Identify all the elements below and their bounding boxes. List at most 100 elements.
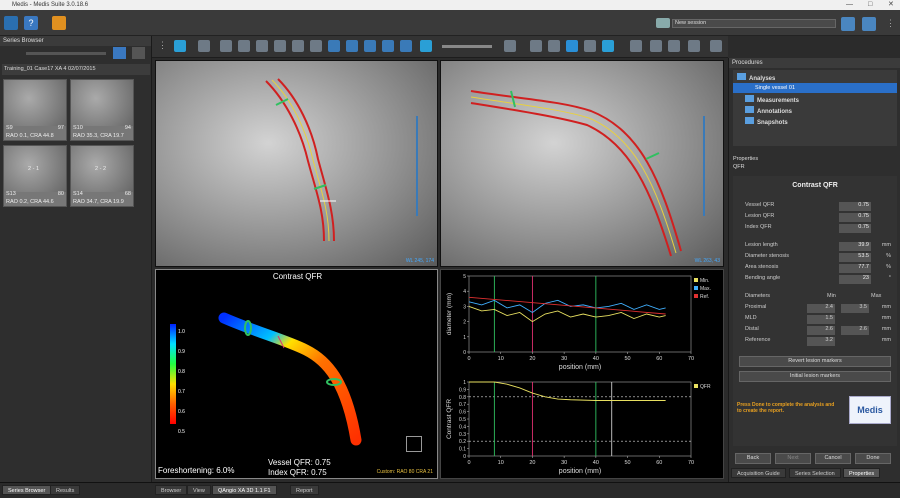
thumb-angles: RAO 0.1, CRA 44.8 (6, 133, 54, 139)
index-qfr-text: Index QFR: 0.75 (268, 468, 327, 477)
help-icon[interactable]: ? (24, 16, 38, 30)
legend-swatch (694, 278, 698, 282)
contrast-icon[interactable] (602, 40, 614, 52)
export-icon[interactable] (310, 40, 322, 52)
stop-icon[interactable] (420, 40, 432, 52)
legend-label: QFR (700, 384, 711, 390)
list-view-icon[interactable] (132, 47, 145, 59)
properties-header: Properties (733, 156, 759, 162)
session-select[interactable]: New session (672, 19, 836, 28)
thumb-count: 94 (124, 125, 131, 131)
tab-browser[interactable]: Browser (155, 485, 188, 495)
close-window-button[interactable]: ✕ (888, 0, 894, 10)
orientation-cube-icon[interactable] (406, 436, 422, 452)
first-frame-icon[interactable] (328, 40, 340, 52)
y-tick-label: 0.5 (459, 417, 466, 423)
x-tick-label: 10 (498, 460, 504, 466)
revert-lesion-markers-button[interactable]: Revert lesion markers (739, 356, 891, 367)
x-tick-label: 40 (593, 460, 599, 466)
done-button[interactable]: Done (855, 453, 891, 464)
grid-view-icon[interactable] (113, 47, 126, 59)
layout-4-icon[interactable] (292, 40, 304, 52)
loop-icon[interactable] (504, 40, 516, 52)
layout-2-icon[interactable] (256, 40, 268, 52)
more-menu-icon[interactable]: ⋮ (886, 18, 895, 30)
diameter-chart[interactable]: 0 10 20 30 40 50 60 70 0 1 2 3 4 5 Min. Max. Ref. positio… (441, 270, 724, 376)
app-logo-icon[interactable] (4, 16, 18, 30)
y-tick-label: 0.1 (459, 447, 466, 453)
screenshot-icon[interactable] (862, 17, 876, 31)
prev-frame-icon[interactable] (346, 40, 358, 52)
zoom-icon[interactable] (548, 40, 560, 52)
minimize-button[interactable]: — (846, 0, 853, 10)
prop-row: Bending angle 23 ° (745, 275, 895, 285)
pen-icon[interactable] (630, 40, 642, 52)
folder-icon (745, 95, 754, 102)
frame-icon[interactable] (220, 40, 232, 52)
thumb-number: S13 (6, 191, 16, 197)
x-tick-label: 60 (656, 356, 662, 362)
medis-logo: Medis (849, 396, 891, 424)
legend-label: Ref. (700, 294, 709, 300)
next-frame-icon[interactable] (382, 40, 394, 52)
layout-1-icon[interactable] (238, 40, 250, 52)
x-tick-label: 20 (529, 460, 535, 466)
tab-series-browser[interactable]: Series Browser (2, 485, 52, 495)
frame-slider[interactable] (442, 45, 492, 48)
series-thumb[interactable]: 2 - 1 S13 80 RAO 0.2, CRA 44.6 (3, 145, 67, 207)
tree-item-snapshots[interactable]: Snapshots (745, 117, 788, 126)
maximize-button[interactable]: □ (868, 0, 872, 10)
magic-wand-icon[interactable] (530, 40, 542, 52)
y-tick-label: 0.8 (459, 395, 466, 401)
series-thumb-image (4, 80, 66, 126)
angio-viewer-right[interactable]: WL 263, 43 (440, 60, 724, 267)
last-frame-icon[interactable] (400, 40, 412, 52)
legend-swatch (694, 286, 698, 290)
play-icon[interactable] (364, 40, 376, 52)
snapshot-icon[interactable] (688, 40, 700, 52)
tab-view[interactable]: View (187, 485, 211, 495)
qfr-icon[interactable] (174, 40, 186, 52)
cancel-button[interactable]: Cancel (815, 453, 851, 464)
qfr-3d-viewer[interactable]: Contrast QFR 1.0 0.9 0.8 0.7 0.6 0.5 For… (155, 269, 438, 479)
tab-properties[interactable]: Properties (843, 468, 881, 478)
series-thumb[interactable]: S9 97 RAO 0.1, CRA 44.8 (3, 79, 67, 141)
media-icon[interactable] (52, 16, 66, 30)
vessel-contour-outer (470, 90, 682, 252)
tree-item-annotations[interactable]: Annotations (745, 106, 792, 115)
chart-icon[interactable] (198, 40, 210, 52)
tab-results[interactable]: Results (50, 485, 81, 495)
x-tick-label: 50 (625, 356, 631, 362)
calibrate-icon[interactable] (668, 40, 680, 52)
rotate-icon[interactable] (584, 40, 596, 52)
session-users-icon (656, 18, 670, 28)
x-tick-label: 50 (625, 460, 631, 466)
thumb-number: S10 (73, 125, 83, 131)
angio-viewer-left[interactable]: WL 245, 174 (155, 60, 438, 267)
series-thumb[interactable]: S10 94 RAO 35.3, CRA 19.7 (70, 79, 134, 141)
tab-qangio[interactable]: QAngio XA 3D 1.1 F1 (212, 485, 277, 495)
qfr-chart[interactable]: 0 10 20 30 40 50 60 7000.10.20.30.40.50.60.70.8… (441, 376, 724, 479)
legend-swatch (694, 384, 698, 388)
diameter-row: MLD 1.5 mm (745, 315, 895, 325)
thumb-label: 2 - 2 (95, 166, 107, 172)
line-icon[interactable] (650, 40, 662, 52)
tree-item-analyses[interactable]: Analyses (737, 73, 775, 82)
next-button[interactable]: Next (775, 453, 811, 464)
layout-3-icon[interactable] (274, 40, 286, 52)
settings-icon[interactable] (710, 40, 722, 52)
initial-lesion-markers-button[interactable]: Initial lesion markers (739, 371, 891, 382)
y-tick-label: 0 (463, 454, 466, 460)
tree-item-single-vessel[interactable]: Single vessel 01 (733, 83, 897, 93)
back-button[interactable]: Back (735, 453, 771, 464)
tab-acquisition-guide[interactable]: Acquisition Guide (731, 468, 786, 478)
tree-item-measurements[interactable]: Measurements (745, 95, 799, 104)
tab-report[interactable]: Report (290, 485, 319, 495)
charts-panel: 0 10 20 30 40 50 60 70 0 1 2 3 4 5 Min. Max. Ref. positio… (440, 269, 724, 479)
layout-icon[interactable] (841, 17, 855, 31)
tab-series-selection[interactable]: Series Selection (789, 468, 841, 478)
series-thumb[interactable]: 2 - 2 S14 68 RAO 34.7, CRA 19.9 (70, 145, 134, 207)
pan-icon[interactable] (566, 40, 578, 52)
thumb-size-slider[interactable] (26, 52, 106, 55)
proximal-marker (510, 90, 516, 108)
